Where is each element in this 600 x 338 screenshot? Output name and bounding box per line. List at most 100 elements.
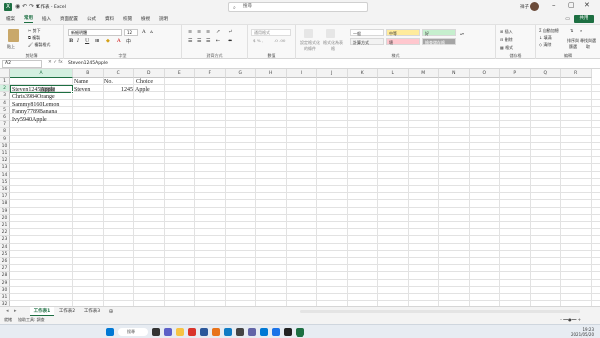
row-header-20[interactable]: 20	[0, 214, 10, 222]
row-header-25[interactable]: 25	[0, 250, 10, 258]
column-header-A[interactable]: A	[10, 69, 73, 78]
row-header-31[interactable]: 31	[0, 294, 10, 302]
worksheet-grid[interactable]: ABCDEFGHIJKLMNOPQR 1 2 3 4 5 6 7 8 9 10 11 12 13 14 15…	[0, 69, 600, 306]
find-select-label[interactable]: 尋找與選取	[580, 38, 596, 50]
tab-data[interactable]: 資料	[105, 16, 114, 23]
align-bottom-icon[interactable]: ≡	[206, 29, 210, 35]
system-clock[interactable]: 19:23 2021/05/20	[571, 327, 594, 337]
row-header-23[interactable]: 23	[0, 236, 10, 244]
border-icon[interactable]: ⊞	[95, 38, 99, 44]
row-header-30[interactable]: 30	[0, 286, 10, 294]
row-header-8[interactable]: 8	[0, 128, 10, 136]
align-middle-icon[interactable]: ≡	[197, 29, 201, 35]
styles-scroll-icon[interactable]: ▴▾	[460, 31, 464, 36]
row-header-7[interactable]: 7	[0, 121, 10, 129]
row-header-21[interactable]: 21	[0, 222, 10, 230]
column-header-M[interactable]: M	[408, 69, 439, 78]
format-as-table-button[interactable]: 格式化為表格	[322, 40, 344, 52]
format-painter-button[interactable]: 🖌 複製格式	[28, 42, 50, 48]
column-header-H[interactable]: H	[256, 69, 287, 78]
copy-button[interactable]: ⧉ 複製	[28, 35, 40, 41]
minimize-icon[interactable]: –	[552, 1, 556, 9]
chat-icon[interactable]	[164, 328, 172, 336]
row-header-11[interactable]: 11	[0, 150, 10, 158]
sheet-tab-3[interactable]: 工作表3	[80, 307, 104, 316]
outlook-icon[interactable]	[260, 328, 268, 336]
cell-D1[interactable]: Choice	[133, 79, 153, 86]
column-header-F[interactable]: F	[195, 69, 226, 78]
cell-B2[interactable]: Steven	[74, 87, 90, 94]
fill-handle[interactable]	[71, 91, 74, 95]
fill-color-icon[interactable]: ◆	[106, 38, 110, 44]
cell-A5[interactable]: Fanny7789Banana	[12, 109, 57, 116]
wrap-text-icon[interactable]: ↵	[228, 29, 232, 35]
italic-button[interactable]: I	[77, 38, 79, 44]
cell-D2[interactable]: Apple	[135, 87, 150, 94]
style-bad[interactable]: 壞	[386, 38, 420, 45]
merge-center-icon[interactable]: ⬌	[228, 38, 232, 44]
row-header-15[interactable]: 15	[0, 178, 10, 186]
align-right-icon[interactable]: ☰	[206, 38, 210, 44]
tab-view[interactable]: 檢視	[141, 16, 150, 23]
tab-help[interactable]: 說明	[159, 16, 168, 23]
file-explorer-icon[interactable]	[176, 328, 184, 336]
row-header-18[interactable]: 18	[0, 200, 10, 208]
row-header-16[interactable]: 16	[0, 186, 10, 194]
prev-sheet-icon[interactable]: ◂	[6, 308, 9, 314]
column-header-K[interactable]: K	[347, 69, 378, 78]
cell-C1[interactable]: No.	[104, 79, 113, 86]
align-center-icon[interactable]: ☰	[197, 38, 201, 44]
format-as-table-icon[interactable]	[326, 29, 335, 38]
row-header-4[interactable]: 4	[0, 99, 10, 107]
active-cell-selection[interactable]	[10, 85, 74, 95]
style-check-cell[interactable]: 檢查儲存格	[422, 38, 456, 45]
close-icon[interactable]: ✕	[584, 1, 590, 9]
row-header-29[interactable]: 29	[0, 279, 10, 287]
row-header-1[interactable]: 1	[0, 78, 10, 86]
row-header-3[interactable]: 3	[0, 92, 10, 100]
phonetic-icon[interactable]: 中	[126, 38, 131, 45]
column-header-E[interactable]: E	[164, 69, 195, 78]
acrobat-icon[interactable]	[188, 328, 196, 336]
sort-filter-label[interactable]: 排序與篩選	[566, 38, 580, 50]
column-header-G[interactable]: G	[225, 69, 256, 78]
column-header-L[interactable]: L	[378, 69, 409, 78]
column-header-B[interactable]: B	[73, 69, 104, 78]
sheet-tab-2[interactable]: 工作表2	[55, 307, 79, 316]
app-icon[interactable]	[212, 328, 220, 336]
avatar[interactable]	[530, 2, 539, 11]
add-sheet-icon[interactable]: ⊕	[106, 307, 116, 316]
row-header-12[interactable]: 12	[0, 157, 10, 165]
chrome-icon[interactable]	[272, 328, 280, 336]
autosum-button[interactable]: Σ 自動加總	[539, 28, 559, 34]
grow-font-icon[interactable]: A	[142, 29, 146, 35]
delete-cells-button[interactable]: ⊟ 刪除	[500, 37, 513, 43]
column-header-O[interactable]: O	[469, 69, 500, 78]
style-normal[interactable]: 一般	[350, 29, 384, 36]
row-header-28[interactable]: 28	[0, 272, 10, 280]
store-icon[interactable]	[284, 328, 292, 336]
zoom-controls[interactable]: – ━━●━━ +	[560, 317, 581, 322]
sort-filter-button[interactable]: ⇅	[570, 28, 573, 33]
cell-B1[interactable]: Name	[74, 79, 88, 86]
row-header-2[interactable]: 2	[0, 85, 10, 93]
taskbar-search[interactable]: 搜尋	[118, 328, 148, 336]
orientation-icon[interactable]: ↗	[216, 29, 220, 35]
next-sheet-icon[interactable]: ▸	[14, 308, 17, 314]
name-box[interactable]: A2	[2, 60, 42, 68]
style-calculation[interactable]: 計算方式	[350, 38, 384, 45]
row-header-14[interactable]: 14	[0, 171, 10, 179]
column-header-Q[interactable]: Q	[530, 69, 561, 78]
row-header-5[interactable]: 5	[0, 106, 10, 114]
indent-icon[interactable]: ⇤	[216, 38, 220, 44]
currency-icon[interactable]: $ % ,	[253, 38, 263, 43]
select-all-corner[interactable]	[0, 69, 10, 78]
maximize-icon[interactable]: ▢	[568, 1, 575, 9]
align-top-icon[interactable]: ≡	[188, 29, 192, 35]
tab-formulas[interactable]: 公式	[87, 16, 96, 23]
style-good[interactable]: 好	[422, 29, 456, 36]
conditional-format-button[interactable]: 設定格式化的條件	[299, 40, 321, 52]
format-cells-button[interactable]: ▦ 格式	[500, 45, 513, 51]
tab-home[interactable]: 常用	[24, 15, 33, 23]
row-header-10[interactable]: 10	[0, 142, 10, 150]
